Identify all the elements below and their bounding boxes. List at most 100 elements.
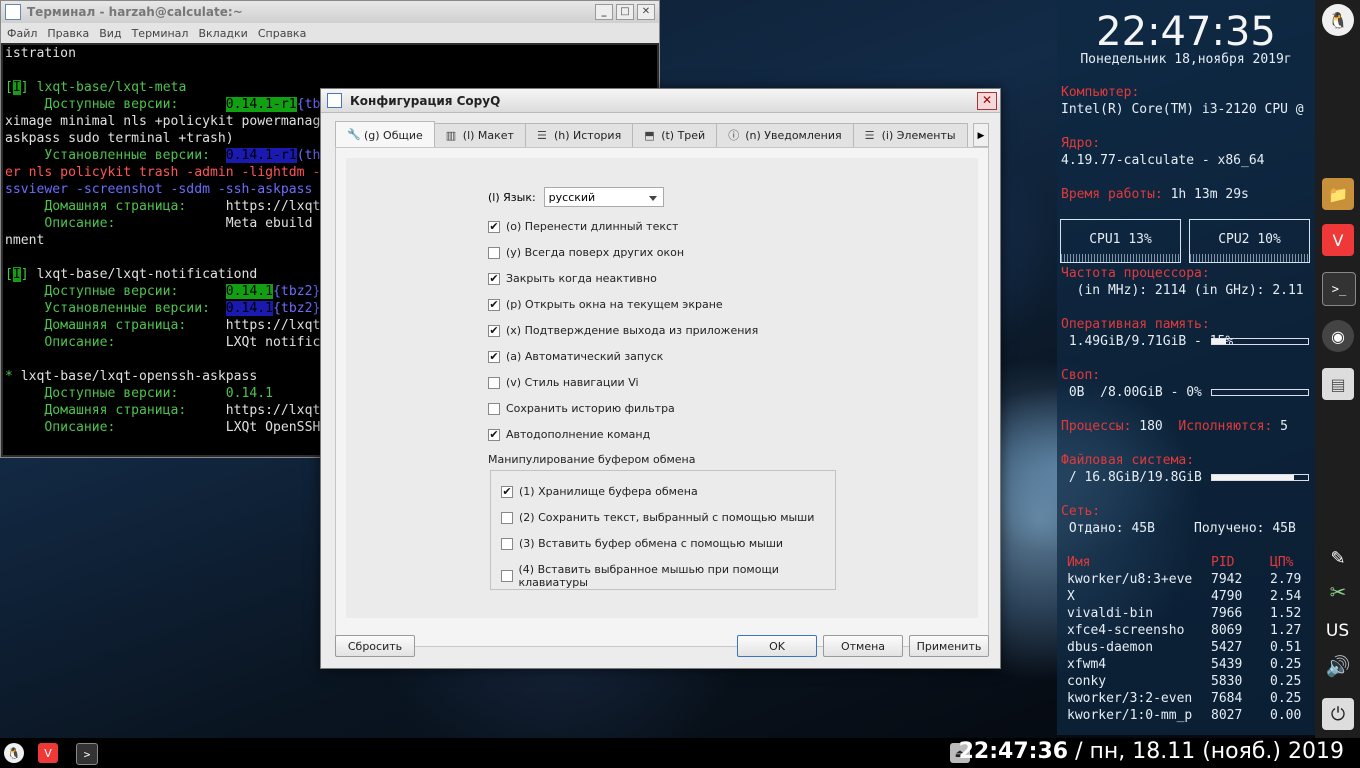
terminal-text: ssviewer -screenshot -sddm -ssh-askpass: [5, 182, 313, 197]
clipboard-option-row[interactable]: (2) Сохранить текст, выбранный с помощью…: [501, 511, 814, 524]
terminal-text: [: [5, 267, 13, 282]
pen-icon[interactable]: ✎: [1322, 542, 1354, 574]
taskbar-terminal-icon[interactable]: >: [76, 743, 98, 765]
checkbox-unchecked[interactable]: [501, 570, 513, 582]
cancel-button[interactable]: Отмена: [823, 635, 903, 657]
checkbox-unchecked[interactable]: [501, 537, 513, 550]
scissors-icon[interactable]: ✂: [1322, 576, 1354, 608]
checkbox-unchecked[interactable]: [488, 246, 500, 259]
calculate-logo-icon[interactable]: 🐧: [1322, 4, 1354, 36]
terminal-text: 0.14.1: [225, 386, 274, 401]
checkbox-unchecked[interactable]: [488, 402, 500, 415]
dialog-titlebar[interactable]: Конфигурация CopyQ ✕: [321, 89, 1000, 113]
processes-row: Процессы: 180 Исполняются: 5: [1061, 418, 1288, 435]
option-checkbox-row[interactable]: Сохранить историю фильтра: [488, 402, 675, 415]
apply-button[interactable]: Применить: [909, 635, 989, 657]
process-pid: 8069: [1211, 623, 1243, 638]
process-cpu: 0.25: [1270, 674, 1302, 689]
option-checkbox-row[interactable]: ✔ (o) Перенести длинный текст: [488, 220, 678, 233]
vivaldi-icon[interactable]: V: [1322, 224, 1354, 256]
col-pid: PID: [1211, 555, 1235, 570]
terminal-text: lxqt-base/lxqt-openssh-askpass: [20, 369, 258, 384]
process-row: xfce4-screensho 8069 1.27: [1067, 622, 1307, 639]
tab-items[interactable]: ☰ (i) Элементы: [852, 123, 968, 147]
checkbox-checked[interactable]: ✔: [488, 428, 500, 441]
clipboard-option-label: (3) Вставить буфер обмена с помощью мыши: [519, 537, 784, 550]
tab-label: (g) Общие: [364, 128, 423, 142]
terminal-text: Доступные версии:: [5, 97, 226, 112]
option-checkbox-row[interactable]: ✔ (a) Автоматический запуск: [488, 350, 663, 363]
process-name: xfce4-screensho: [1067, 623, 1185, 638]
power-icon[interactable]: ⏻: [1322, 698, 1354, 730]
checkbox-checked[interactable]: ✔: [488, 220, 500, 233]
menu-tabs[interactable]: Вкладки: [198, 27, 247, 40]
copyq-config-dialog[interactable]: Конфигурация CopyQ ✕ 🔧 (g) Общие ▥ (l) Маке…: [320, 88, 1001, 669]
option-checkbox-row[interactable]: ✔ (p) Открыть окна на текущем экране: [488, 298, 723, 311]
tab-label: (l) Макет: [462, 129, 514, 142]
terminal-text: (th: [296, 148, 321, 163]
freq-label: Частота процессора:: [1061, 266, 1210, 281]
conky-date: Понедельник 18,ноября 2019г: [1080, 52, 1292, 67]
menu-edit[interactable]: Правка: [47, 27, 89, 40]
clipboard-option-row[interactable]: (3) Вставить буфер обмена с помощью мыши: [501, 537, 783, 550]
maximize-button[interactable]: □: [616, 4, 634, 20]
checkbox-unchecked[interactable]: [501, 511, 513, 524]
terminal-titlebar[interactable]: Терминал - harzah@calculate:~ _ □ ✕: [1, 1, 659, 23]
tab-tray[interactable]: ⬒ (t) Трей: [632, 123, 718, 147]
option-checkbox-row[interactable]: (y) Всегда поверх других окон: [488, 246, 684, 259]
dialog-close-button[interactable]: ✕: [977, 91, 997, 110]
close-button[interactable]: ✕: [637, 4, 655, 20]
terminal-text: Описание:: [5, 216, 226, 231]
info-icon: ⓘ: [728, 128, 740, 142]
clipboard-option-row[interactable]: ✔ (1) Хранилище буфера обмена: [501, 485, 698, 498]
checkbox-unchecked[interactable]: [488, 376, 500, 389]
taskbar-clock[interactable]: 22:47:36 / пн, 18.11 (нояб.) 2019: [959, 739, 1344, 764]
menu-help[interactable]: Справка: [258, 27, 306, 40]
keyboard-layout-indicator[interactable]: US: [1315, 621, 1360, 641]
tab-wrench[interactable]: 🔧 (g) Общие: [335, 121, 435, 148]
option-label: (x) Подтверждение выхода из приложения: [506, 324, 759, 337]
volume-icon[interactable]: 🔊: [1322, 650, 1354, 682]
checkbox-checked[interactable]: ✔: [488, 324, 500, 337]
tab-list[interactable]: ☰ (h) История: [524, 123, 634, 147]
minimize-button[interactable]: _: [595, 4, 613, 20]
tab-scroll-right-button[interactable]: ▶: [973, 123, 989, 147]
checkbox-checked[interactable]: ✔: [488, 350, 500, 363]
process-pid: 5427: [1211, 640, 1243, 655]
taskbar-vivaldi-icon[interactable]: V: [38, 743, 58, 763]
running-label: Исполняются:: [1178, 419, 1273, 434]
terminal-text: I: [12, 267, 21, 282]
process-cpu: 0.51: [1270, 640, 1302, 655]
menu-view[interactable]: Вид: [99, 27, 121, 40]
archive-icon[interactable]: ▤: [1322, 368, 1354, 400]
option-checkbox-row[interactable]: ✔ (x) Подтверждение выхода из приложения: [488, 324, 758, 337]
option-checkbox-row[interactable]: ✔ Закрыть когда неактивно: [488, 272, 657, 285]
option-checkbox-row[interactable]: ✔ Автодополнение команд: [488, 428, 650, 441]
checkbox-checked[interactable]: ✔: [488, 272, 500, 285]
terminal-text: *: [5, 369, 21, 384]
taskbar-menu-icon[interactable]: 🐧: [4, 743, 24, 763]
checkbox-checked[interactable]: ✔: [488, 298, 500, 311]
process-cpu: 2.79: [1270, 572, 1302, 587]
tab-layout[interactable]: ▥ (l) Макет: [433, 123, 526, 147]
col-name: Имя: [1067, 555, 1091, 570]
option-checkbox-row[interactable]: (v) Стиль навигации Vi: [488, 376, 639, 389]
language-select[interactable]: русский: [543, 187, 664, 207]
menu-file[interactable]: Файл: [7, 27, 37, 40]
fs-bar-fill: [1212, 475, 1294, 480]
terminal-icon[interactable]: >_: [1322, 272, 1356, 306]
tab-info[interactable]: ⓘ (n) Уведомления: [716, 123, 854, 147]
option-label: Закрыть когда неактивно: [506, 272, 657, 285]
terminal-text: Установленные версии:: [5, 148, 226, 163]
terminal-text: Описание:: [5, 420, 226, 435]
checkbox-checked[interactable]: ✔: [501, 485, 513, 498]
ok-button[interactable]: OK: [737, 635, 817, 657]
clipboard-group: ✔ (1) Хранилище буфера обмена (2) Сохранит…: [490, 470, 836, 590]
reset-button[interactable]: Сбросить: [335, 635, 415, 657]
menu-terminal[interactable]: Терминал: [132, 27, 189, 40]
folder-icon[interactable]: 📁: [1322, 178, 1354, 210]
camera-icon[interactable]: ◉: [1322, 320, 1354, 352]
terminal-text: [: [5, 80, 13, 95]
terminal-title: Терминал - harzah@calculate:~: [27, 5, 243, 19]
clipboard-option-row[interactable]: (4) Вставить выбранное мышью при помощи …: [501, 563, 835, 589]
